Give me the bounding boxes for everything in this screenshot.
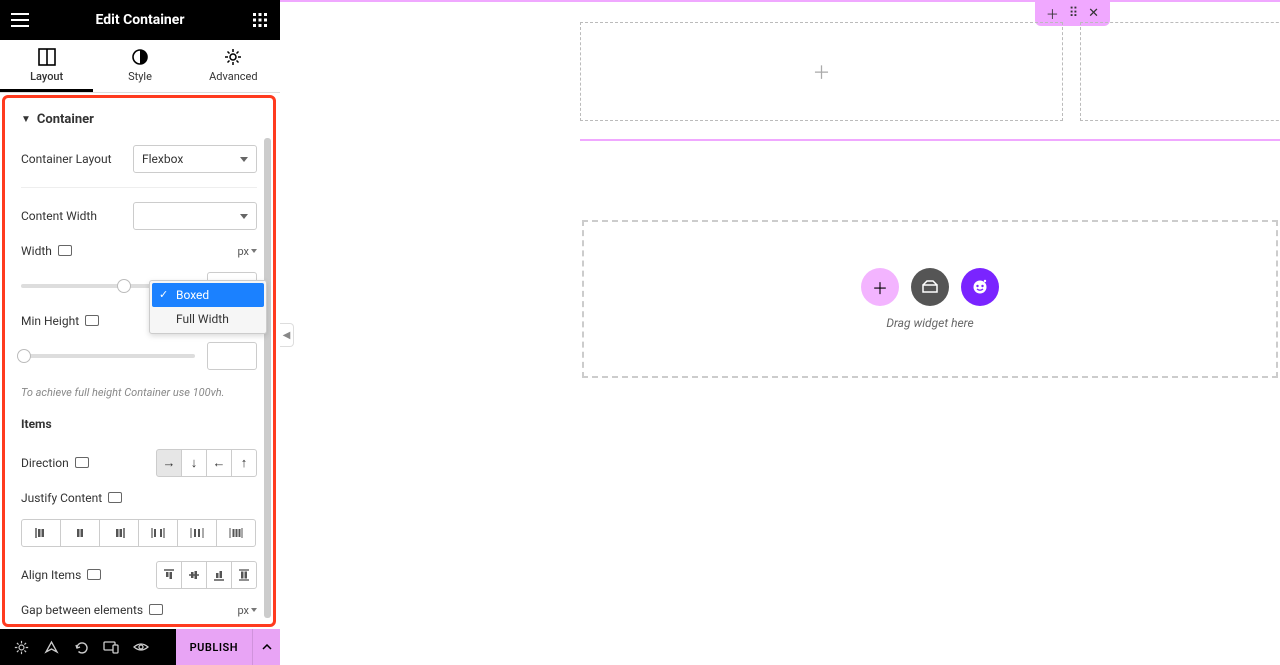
tab-style-label: Style <box>128 70 152 83</box>
justify-evenly[interactable] <box>216 519 256 547</box>
responsive-icon[interactable] <box>75 457 89 468</box>
preview-icon[interactable] <box>126 629 156 665</box>
tab-style[interactable]: Style <box>93 40 186 92</box>
container-column-1[interactable]: ＋ <box>580 22 1063 121</box>
panel-footer: PUBLISH <box>0 629 280 665</box>
justify-start[interactable] <box>21 519 61 547</box>
controls-highlight: ▼ Container Container Layout Flexbox Con… <box>2 95 276 627</box>
navigator-icon[interactable] <box>36 629 66 665</box>
direction-row-rev[interactable]: ← <box>206 449 232 477</box>
align-stretch[interactable] <box>231 561 257 589</box>
container-layout-label: Container Layout <box>21 152 112 166</box>
align-label: Align Items <box>21 568 101 582</box>
content-width-select[interactable] <box>133 202 257 230</box>
section-container-header[interactable]: ▼ Container <box>21 112 257 127</box>
width-label: Width <box>21 244 72 258</box>
ai-button[interactable] <box>961 268 999 306</box>
collapse-panel-icon[interactable]: ◀ <box>280 323 294 347</box>
tab-advanced[interactable]: Advanced <box>187 40 280 92</box>
content-width-dropdown: Boxed Full Width <box>149 280 267 334</box>
drag-handle-icon[interactable]: ⠿ <box>1069 6 1079 21</box>
justify-label: Justify Content <box>21 491 122 505</box>
justify-between[interactable] <box>138 519 178 547</box>
responsive-icon[interactable] <box>149 604 163 615</box>
width-unit[interactable]: px <box>237 245 257 258</box>
tab-advanced-label: Advanced <box>209 70 257 83</box>
tabs: Layout Style Advanced <box>0 40 280 93</box>
drag-widget-text: Drag widget here <box>886 316 973 330</box>
align-center[interactable] <box>181 561 207 589</box>
justify-around[interactable] <box>177 519 217 547</box>
add-widget-icon[interactable]: ＋ <box>813 59 831 85</box>
gap-unit[interactable]: px <box>237 604 257 617</box>
publish-button[interactable]: PUBLISH <box>176 629 252 665</box>
tab-layout-label: Layout <box>30 70 63 83</box>
align-start[interactable] <box>156 561 182 589</box>
panel-scrollbar[interactable] <box>264 138 271 627</box>
items-header: Items <box>21 417 257 431</box>
responsive-icon[interactable] <box>87 569 101 580</box>
responsive-icon[interactable] <box>58 245 72 256</box>
justify-buttons <box>21 519 257 547</box>
align-buttons <box>156 561 257 589</box>
container-column-2[interactable]: ＋ <box>1080 22 1280 121</box>
dropdown-option-full[interactable]: Full Width <box>152 307 264 331</box>
sidebar-panel: Edit Container Layout Style Advanced ▼ C… <box>0 0 280 665</box>
direction-column-rev[interactable]: ↑ <box>231 449 257 477</box>
direction-column[interactable]: ↓ <box>181 449 207 477</box>
justify-center[interactable] <box>60 519 100 547</box>
history-icon[interactable] <box>66 629 96 665</box>
panel-header: Edit Container <box>0 0 280 40</box>
add-section-icon[interactable]: ＋ <box>1046 4 1059 23</box>
direction-label: Direction <box>21 456 89 470</box>
align-end[interactable] <box>206 561 232 589</box>
justify-end[interactable] <box>99 519 139 547</box>
tab-layout[interactable]: Layout <box>0 40 93 92</box>
add-element-button[interactable]: ＋ <box>861 268 899 306</box>
menu-icon[interactable] <box>8 8 32 32</box>
section-title: Container <box>37 112 94 127</box>
panel-title: Edit Container <box>32 12 248 28</box>
direction-row[interactable]: → <box>156 449 182 477</box>
content-width-label: Content Width <box>21 209 97 223</box>
publish-options[interactable] <box>252 629 280 665</box>
responsive-mode-icon[interactable] <box>96 629 126 665</box>
dropdown-option-boxed[interactable]: Boxed <box>152 283 264 307</box>
responsive-icon[interactable] <box>85 315 99 326</box>
editor-canvas: ＋ ⠿ ✕ ＋ ＋ ＋ Drag widget here <box>280 0 1280 665</box>
min-height-slider[interactable] <box>21 354 195 358</box>
settings-icon[interactable] <box>6 629 36 665</box>
min-height-input[interactable] <box>207 342 257 370</box>
close-icon[interactable]: ✕ <box>1088 6 1099 21</box>
min-height-label: Min Height <box>21 314 99 328</box>
responsive-icon[interactable] <box>108 492 122 503</box>
container-layout-select[interactable]: Flexbox <box>133 145 257 173</box>
height-hint: To achieve full height Container use 100… <box>21 386 257 399</box>
drop-zone[interactable]: ＋ Drag widget here <box>582 220 1278 378</box>
gap-label: Gap between elements <box>21 603 163 617</box>
add-template-button[interactable] <box>911 268 949 306</box>
direction-buttons: → ↓ ← ↑ <box>156 449 257 477</box>
apps-icon[interactable] <box>248 8 272 32</box>
